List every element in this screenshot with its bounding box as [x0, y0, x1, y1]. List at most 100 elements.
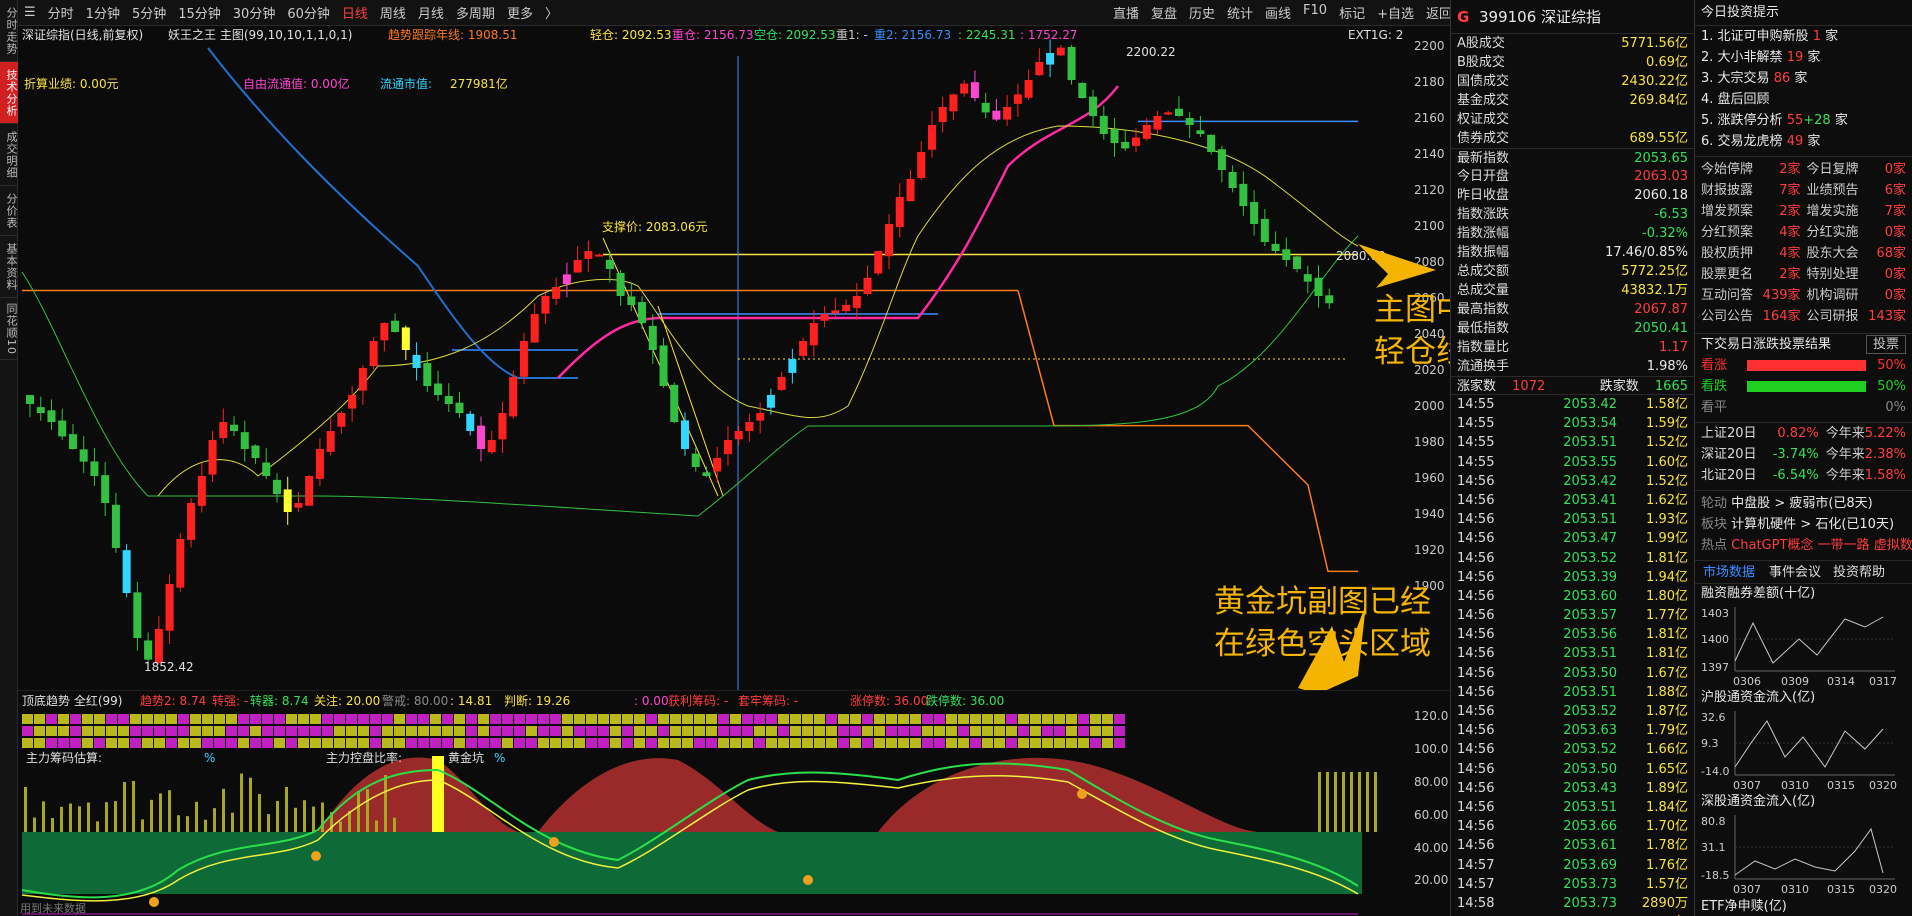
chip-bar: [42, 801, 45, 832]
period-weekly[interactable]: 周线: [374, 3, 412, 22]
vtab-basic-info[interactable]: 基本资料: [0, 236, 18, 298]
period-1min[interactable]: 1分钟: [80, 3, 126, 22]
period-30min[interactable]: 30分钟: [227, 3, 282, 22]
event-count: 7家: [1779, 183, 1801, 198]
vtab-technical[interactable]: 技术分析: [0, 62, 18, 124]
sector-a[interactable]: 计算机硬件: [1731, 517, 1796, 532]
status-block: [22, 726, 33, 736]
period-monthly[interactable]: 月线: [412, 3, 450, 22]
candle-body: [745, 422, 754, 432]
event-label[interactable]: 今日复牌: [1807, 159, 1859, 180]
event-label[interactable]: 增发实施: [1807, 201, 1859, 222]
tip-item[interactable]: 1. 北证可申购新股 1 家: [1695, 26, 1912, 47]
status-block: [994, 726, 1005, 736]
index-20d-row: 深证20日 -3.74% 今年来 2.38%: [1695, 444, 1912, 465]
tab-help[interactable]: 投资帮助: [1827, 561, 1891, 583]
event-label[interactable]: 公司公告: [1701, 306, 1753, 327]
period-daily[interactable]: 日线: [336, 3, 374, 22]
vote-row[interactable]: 看涨 50%: [1695, 355, 1912, 376]
period-more[interactable]: 更多: [501, 3, 539, 22]
hot-c[interactable]: 虚拟数: [1874, 538, 1912, 553]
status-block: [814, 714, 825, 724]
tick-row: 14:56 2053.51 1.93亿: [1451, 510, 1694, 529]
event-label[interactable]: 股东大会: [1807, 243, 1859, 264]
event-label[interactable]: 财报披露: [1701, 180, 1753, 201]
quote-value: 43832.1万: [1621, 283, 1688, 298]
quote-panel: G 399106 深证综指 A股成交 5771.56亿 B股成交 0.69亿 国债成…: [1450, 0, 1694, 916]
tab-market-data[interactable]: 市场数据: [1695, 561, 1763, 583]
status-block: [1102, 726, 1113, 736]
btn-stats[interactable]: 统计: [1221, 3, 1259, 22]
vote-row[interactable]: 看平 0%: [1695, 397, 1912, 418]
candle-body: [412, 354, 421, 368]
btn-draw[interactable]: 画线: [1259, 3, 1297, 22]
rotation-a[interactable]: 中盘股: [1731, 496, 1770, 511]
index-name: 深证20日: [1701, 447, 1757, 462]
period-multi[interactable]: 多周期: [450, 3, 501, 22]
tick-time: 14:56: [1457, 492, 1495, 508]
event-label[interactable]: 分红实施: [1807, 222, 1859, 243]
chart-grid-icon[interactable]: ☰: [18, 5, 42, 20]
mini-chart[interactable]: 沪股通资金流入(亿) 32.6 9.3 -14.0 0307 0310 0315…: [1695, 688, 1912, 792]
event-label[interactable]: 业绩预告: [1807, 180, 1859, 201]
tip-item[interactable]: 4. 盘后回顾: [1695, 89, 1912, 110]
vote-button[interactable]: 投票: [1865, 335, 1906, 354]
btn-add-watchlist[interactable]: +自选: [1371, 3, 1420, 22]
event-label[interactable]: 公司研报: [1807, 306, 1859, 327]
tip-item[interactable]: 2. 大小非解禁 19 家: [1695, 47, 1912, 68]
event-label[interactable]: 特别处理: [1807, 264, 1859, 285]
btn-history[interactable]: 历史: [1183, 3, 1221, 22]
hot-a[interactable]: ChatGPT概念: [1731, 538, 1813, 553]
event-label[interactable]: 分红预案: [1701, 222, 1753, 243]
event-label[interactable]: 增发预案: [1701, 201, 1753, 222]
vtab-price-table[interactable]: 分价表: [0, 186, 18, 236]
y-tick: 2140: [1414, 147, 1445, 161]
tick-list[interactable]: 14:55 2053.42 1.58亿 14:55 2053.54 1.59亿 14…: [1451, 395, 1694, 916]
tip-item[interactable]: 5. 涨跌停分析 55+28 家: [1695, 110, 1912, 131]
tip-item[interactable]: 3. 大宗交易 86 家: [1695, 68, 1912, 89]
btn-f10[interactable]: F10: [1297, 3, 1333, 22]
vtab-intraday[interactable]: 分时走势: [0, 0, 18, 62]
mini-chart[interactable]: 融资融券差额(十亿) 1403 1400 1397 0306 0309 0314…: [1695, 584, 1912, 688]
vtab-ths10[interactable]: 同花顺10: [0, 298, 18, 360]
period-15min[interactable]: 15分钟: [172, 3, 227, 22]
quote-label: 流通换手: [1457, 359, 1510, 374]
tip-item[interactable]: 6. 交易龙虎榜 49 家: [1695, 131, 1912, 152]
sub-indicator-chart[interactable]: 顶底趋势 全红(99) 趋势2: 8.74 转强: - 转器: 8.74 关注:…: [18, 690, 1458, 916]
candle-body: [26, 395, 34, 404]
chip-bar: [357, 790, 360, 832]
period-60min[interactable]: 60分钟: [281, 3, 336, 22]
event-label[interactable]: 股票更名: [1701, 264, 1753, 285]
btn-mark[interactable]: 标记: [1333, 3, 1371, 22]
status-block: [118, 714, 129, 724]
light-position-label: 轻仓: 2092.53: [590, 28, 671, 42]
sector-b[interactable]: > 石化(已10天): [1800, 517, 1894, 532]
mini-chart[interactable]: 深股通资金流入(亿) 80.8 31.1 -18.5 0307 0310 031…: [1695, 792, 1912, 896]
status-block: [154, 738, 165, 748]
vtab-trades[interactable]: 成交明细: [0, 124, 18, 186]
candle-body: [777, 377, 786, 390]
rotation-b[interactable]: > 疲弱市(已8天): [1774, 496, 1872, 511]
tick-price: 2053.57: [1563, 608, 1617, 624]
btn-replay[interactable]: 复盘: [1145, 3, 1183, 22]
tab-events[interactable]: 事件会议: [1763, 561, 1827, 583]
event-label[interactable]: 股权质押: [1701, 243, 1753, 264]
status-block: [190, 726, 201, 736]
candle-body: [1239, 183, 1248, 206]
hot-b[interactable]: 一带一路: [1818, 538, 1870, 553]
tick-volume: 1.81亿: [1646, 627, 1688, 643]
quote-label: 指数振幅: [1457, 245, 1510, 260]
quote-row: 总成交量 43832.1万: [1451, 281, 1694, 300]
event-label[interactable]: 互动问答: [1701, 285, 1753, 306]
event-label[interactable]: 机构调研: [1807, 285, 1859, 306]
btn-live[interactable]: 直播: [1107, 3, 1145, 22]
status-block: [586, 738, 597, 748]
event-label[interactable]: 今始停牌: [1701, 159, 1753, 180]
quote-title[interactable]: 399106 深证综指: [1479, 6, 1601, 27]
chevron-right-icon[interactable]: 〉: [539, 3, 564, 22]
period-intraday[interactable]: 分时: [42, 3, 80, 22]
ytd-value: 1.58%: [1864, 468, 1907, 483]
status-block: [1090, 726, 1101, 736]
period-5min[interactable]: 5分钟: [126, 3, 172, 22]
vote-row[interactable]: 看跌 50%: [1695, 376, 1912, 397]
